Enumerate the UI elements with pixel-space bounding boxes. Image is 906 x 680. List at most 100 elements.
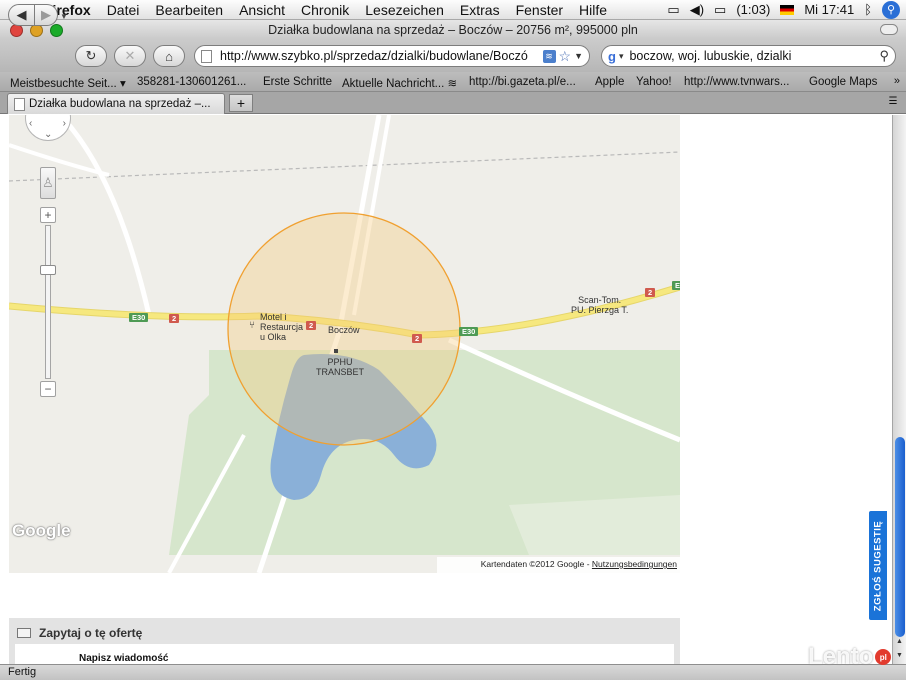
search-bar[interactable]: g ▾ boczow, woj. lubuskie, dzialki ⚲ [601,45,896,67]
search-icon[interactable]: ⚲ [879,48,889,64]
page-favicon-icon [201,49,212,63]
plus-icon: + [236,95,246,111]
feedback-label: ZGŁOŚ SUGESTIĘ [872,520,884,611]
menu-clock[interactable]: Mi 17:41 [804,2,854,17]
watermark-badge: pl [875,649,892,665]
street-view-pegman-icon[interactable]: ♙ [40,167,56,199]
tab-active[interactable]: Działka budowlana na sprzedaż –... [7,93,225,114]
system-menu-bar: Firefox Datei Bearbeiten Ansicht Chronik… [0,0,906,20]
scrollbar-thumb[interactable] [895,437,905,637]
bookmark-yahoo[interactable]: Yahoo! [636,76,672,88]
reload-button[interactable]: ↻ [75,45,107,67]
forward-arrow-icon: ▶ [40,7,51,22]
map-label-pphu[interactable]: PPHU TRANSBET [316,357,364,377]
ask-offer-panel: Zapytaj o tę ofertę Napisz wiadomość [9,618,680,664]
back-button[interactable]: ◀ [8,4,35,26]
tab-title: Działka budowlana na sprzedaż –... [29,98,211,110]
window-title-bar: Działka budowlana na sprzedaż – Boczów –… [0,20,906,40]
ask-offer-title: Zapytaj o tę ofertę [39,626,143,640]
scroll-down-arrow-icon[interactable]: ▼ [893,649,906,662]
bookmark-apple[interactable]: Apple [595,76,624,88]
feedback-tab-button[interactable]: ZGŁOŚ SUGESTIĘ [868,510,888,621]
url-text[interactable]: http://www.szybko.pl/sprzedaz/dzialki/bu… [220,49,541,63]
page-scrollbar[interactable]: ▲ ▼ [892,115,906,664]
new-tab-button[interactable]: + [229,94,253,112]
tab-favicon-icon [14,97,25,111]
search-engine-google-icon[interactable]: g [608,49,616,64]
menu-bearbeiten[interactable]: Bearbeiten [147,2,231,18]
terms-of-use-link[interactable]: Nutzungsbedingungen [592,559,677,569]
history-dropdown-icon[interactable]: ▼ [60,12,68,21]
menu-chronik[interactable]: Chronik [293,2,357,18]
status-text: Fertig [8,666,37,678]
google-logo[interactable]: Google [12,521,71,541]
pan-down-icon[interactable]: ⌄ [44,129,52,140]
menu-ansicht[interactable]: Ansicht [231,2,293,18]
pan-right-icon[interactable]: › [63,118,66,129]
stop-button[interactable]: ✕ [114,45,146,67]
forward-button[interactable]: ▶ [34,4,58,26]
volume-icon[interactable]: ◀) [690,2,704,18]
map-label-scantom[interactable]: Scan-Tom. PU. Pierzga T. [571,295,628,315]
battery-icon[interactable]: ▭ [714,2,726,18]
poi-marker [334,349,338,353]
tab-bar: Działka budowlana na sprzedaż –... + ☰ [0,92,906,114]
url-bar[interactable]: http://www.szybko.pl/sprzedaz/dzialki/bu… [194,45,590,67]
map-zoom-out-button[interactable]: − [40,381,56,397]
battery-time[interactable]: (1:03) [736,2,770,17]
map-label-motel[interactable]: Motel i Restaurcja u Olka [260,312,303,342]
spotlight-search-icon[interactable]: ⚲ [882,0,900,19]
map-credits: Kartendaten ©2012 Google - Nutzungsbedin… [436,557,680,573]
bookmark-star-icon[interactable]: ☆ [559,48,572,65]
home-button[interactable]: ⌂ [153,45,185,67]
lento-watermark-logo: Lento pl [808,643,892,671]
menu-datei[interactable]: Datei [99,2,148,18]
road-shield-2-far-east: 2 [645,288,656,297]
rss-feed-icon[interactable]: ≋ [542,49,556,63]
map-zoom-slider-thumb[interactable] [40,265,56,275]
bookmark-358281[interactable]: 358281-130601261... [137,76,246,88]
back-arrow-icon: ◀ [16,7,27,22]
bookmark-gazeta[interactable]: http://bi.gazeta.pl/e... [469,76,576,88]
ask-offer-form: Napisz wiadomość [15,644,674,664]
bookmark-aktuelle-nachrichten[interactable]: Aktuelle Nachricht... ≋ [342,76,457,90]
scroll-up-arrow-icon[interactable]: ▲ [893,635,906,648]
google-map[interactable]: ⑂ Motel i Restaurcja u Olka Boczów PPHU … [9,115,680,573]
bookmarks-overflow-icon[interactable]: » [894,75,900,87]
search-input[interactable]: boczow, woj. lubuskie, dzialki [623,49,879,63]
road-shield-2-east: 2 [412,334,423,343]
input-source-flag-icon[interactable] [780,4,795,15]
clearing-area [509,495,680,555]
menu-lesezeichen[interactable]: Lesezeichen [357,2,452,18]
map-zoom-slider[interactable] [45,225,51,379]
status-bar: Fertig [0,664,906,680]
window-title: Działka budowlana na sprzedaż – Boczów –… [268,23,638,37]
stop-icon: ✕ [124,48,136,63]
tab-list-icon[interactable]: ☰ [886,96,900,108]
bookmark-most-visited[interactable]: Meistbesuchte Seit... ▾ [10,76,126,90]
map-label-village[interactable]: Boczów [328,325,360,335]
menu-hilfe[interactable]: Hilfe [571,2,615,18]
menu-fenster[interactable]: Fenster [508,2,571,18]
restaurant-icon: ⑂ [249,320,255,331]
toolbar-toggle-button[interactable] [880,24,898,35]
bookmark-erste-schritte[interactable]: Erste Schritte [263,76,332,88]
reload-icon: ↻ [85,48,97,63]
display-icon[interactable]: ▭ [667,2,679,18]
bookmark-google-maps[interactable]: Google Maps [809,76,877,88]
pan-left-icon[interactable]: ‹ [29,118,32,129]
back-forward-group: ◀ ▶ [8,4,58,26]
message-label: Napisz wiadomość [79,653,169,664]
road-shield-e30-far-east: E30 [672,281,680,290]
bookmark-tvnwarszawa[interactable]: http://www.tvnwars... [684,76,789,88]
menu-extras[interactable]: Extras [452,2,508,18]
bluetooth-icon[interactable]: ᛒ [864,2,872,17]
url-dropdown-icon[interactable]: ▼ [574,51,583,61]
map-canvas [9,115,680,573]
envelope-icon [17,628,31,638]
watermark-text: Lento [808,643,874,670]
home-icon: ⌂ [165,48,173,64]
map-zoom-in-button[interactable]: + [40,207,56,223]
railway-line [9,151,680,182]
road-shield-e30-center: E30 [459,327,479,336]
